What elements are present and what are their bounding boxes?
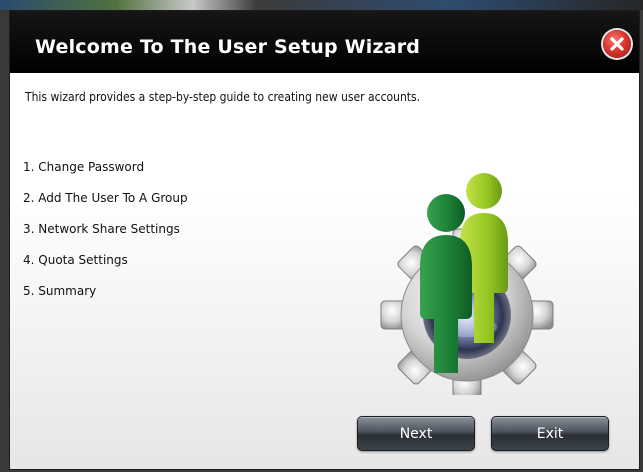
step-item: 5. Summary bbox=[23, 284, 97, 298]
users-gear-icon bbox=[380, 173, 554, 395]
step-item: 2. Add The User To A Group bbox=[23, 191, 188, 205]
dialog-body: This wizard provides a step-by-step guid… bbox=[10, 73, 639, 469]
close-button[interactable] bbox=[603, 30, 631, 58]
user-setup-wizard-dialog: Welcome To The User Setup Wizard This wi… bbox=[9, 10, 640, 470]
step-item: 1. Change Password bbox=[23, 160, 145, 174]
next-button[interactable]: Next bbox=[357, 416, 475, 451]
step-item: 4. Quota Settings bbox=[23, 253, 128, 267]
steps-list: 1. Change Password 2. Add The User To A … bbox=[23, 160, 188, 315]
step-item: 3. Network Share Settings bbox=[23, 222, 180, 236]
intro-text: This wizard provides a step-by-step guid… bbox=[25, 90, 421, 104]
background-window-strip bbox=[0, 0, 643, 10]
close-icon bbox=[610, 37, 624, 51]
exit-button[interactable]: Exit bbox=[491, 416, 609, 451]
dialog-titlebar: Welcome To The User Setup Wizard bbox=[10, 11, 639, 73]
dialog-title: Welcome To The User Setup Wizard bbox=[35, 36, 421, 58]
